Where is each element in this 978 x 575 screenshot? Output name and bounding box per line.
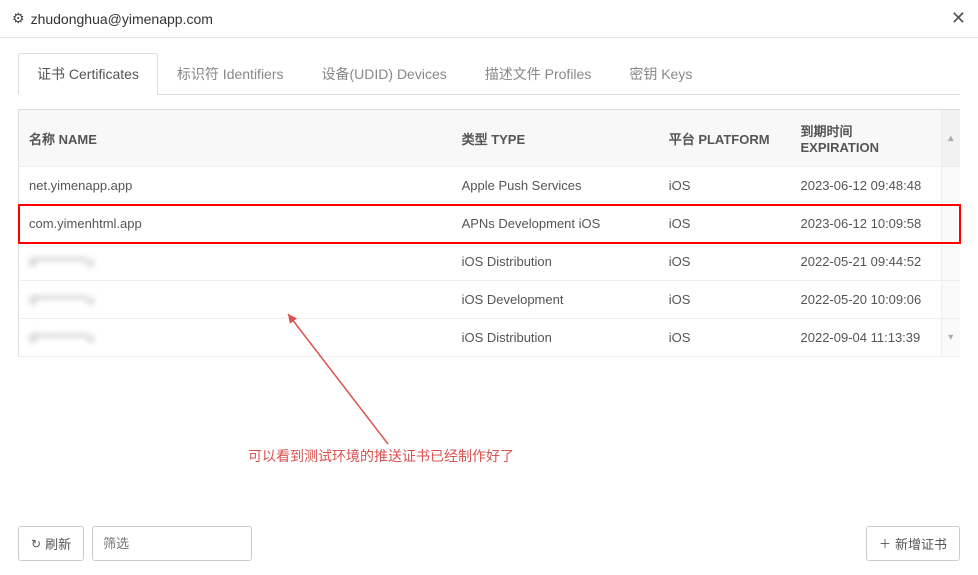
add-label: 新增证书	[895, 534, 947, 553]
cell-platform: iOS	[659, 167, 791, 205]
table-row[interactable]: d**********uiOS DistributioniOS2022-09-0…	[19, 319, 961, 357]
cell-type: iOS Distribution	[452, 243, 659, 281]
scroll-up[interactable]: ▴	[941, 110, 960, 167]
scroll-gutter	[941, 205, 960, 243]
cell-type: Apple Push Services	[452, 167, 659, 205]
col-platform[interactable]: 平台 PLATFORM	[659, 110, 791, 167]
content-area: 证书 Certificates 标识符 Identifiers 设备(UDID)…	[0, 38, 978, 357]
cell-expiration: 2023-06-12 10:09:58	[791, 205, 942, 243]
cell-platform: iOS	[659, 205, 791, 243]
annotation-text: 可以看到测试环境的推送证书已经制作好了	[248, 446, 514, 466]
col-name[interactable]: 名称 NAME	[19, 110, 452, 167]
cell-expiration: 2022-05-21 09:44:52	[791, 243, 942, 281]
tab-devices[interactable]: 设备(UDID) Devices	[303, 53, 466, 95]
scroll-gutter	[941, 243, 960, 281]
cell-name: d**********u	[19, 243, 452, 281]
cell-expiration: 2023-06-12 09:48:48	[791, 167, 942, 205]
tab-profiles[interactable]: 描述文件 Profiles	[466, 53, 611, 95]
cell-type: APNs Development iOS	[452, 205, 659, 243]
cell-platform: iOS	[659, 243, 791, 281]
footer-bar: ↻ 刷新 ＋ 新增证书	[18, 526, 960, 561]
scroll-gutter[interactable]: ▾	[941, 319, 960, 357]
refresh-icon: ↻	[31, 537, 41, 551]
cell-expiration: 2022-05-20 10:09:06	[791, 281, 942, 319]
gear-icon: ⚙	[12, 10, 25, 27]
table-row[interactable]: com.yimenhtml.appAPNs Development iOSiOS…	[19, 205, 961, 243]
scroll-gutter	[941, 167, 960, 205]
cell-expiration: 2022-09-04 11:13:39	[791, 319, 942, 357]
tab-keys[interactable]: 密钥 Keys	[610, 53, 711, 95]
add-certificate-button[interactable]: ＋ 新增证书	[866, 526, 960, 561]
filter-input[interactable]	[92, 526, 252, 561]
certificate-table-wrap: 名称 NAME 类型 TYPE 平台 PLATFORM 到期时间 EXPIRAT…	[18, 109, 960, 357]
tab-identifiers[interactable]: 标识符 Identifiers	[158, 53, 303, 95]
cell-name: net.yimenapp.app	[19, 167, 452, 205]
close-icon[interactable]: ✕	[951, 8, 966, 29]
certificate-table: 名称 NAME 类型 TYPE 平台 PLATFORM 到期时间 EXPIRAT…	[18, 109, 960, 357]
table-row[interactable]: d**********uiOS DevelopmentiOS2022-05-20…	[19, 281, 961, 319]
table-header-row: 名称 NAME 类型 TYPE 平台 PLATFORM 到期时间 EXPIRAT…	[19, 110, 961, 167]
refresh-label: 刷新	[45, 534, 71, 553]
cell-name: com.yimenhtml.app	[19, 205, 452, 243]
dialog-header: ⚙ zhudonghua@yimenapp.com ✕	[0, 0, 978, 38]
refresh-button[interactable]: ↻ 刷新	[18, 526, 84, 561]
table-row[interactable]: net.yimenapp.appApple Push ServicesiOS20…	[19, 167, 961, 205]
tab-bar: 证书 Certificates 标识符 Identifiers 设备(UDID)…	[18, 52, 960, 95]
cell-name: d**********u	[19, 319, 452, 357]
cell-platform: iOS	[659, 281, 791, 319]
account-email: zhudonghua@yimenapp.com	[31, 11, 213, 27]
chevron-up-icon: ▴	[942, 133, 960, 144]
col-type[interactable]: 类型 TYPE	[452, 110, 659, 167]
cell-type: iOS Development	[452, 281, 659, 319]
table-row[interactable]: d**********uiOS DistributioniOS2022-05-2…	[19, 243, 961, 281]
plus-icon: ＋	[879, 535, 891, 552]
cell-platform: iOS	[659, 319, 791, 357]
tab-certificates[interactable]: 证书 Certificates	[18, 53, 158, 95]
col-expiration[interactable]: 到期时间 EXPIRATION	[791, 110, 942, 167]
cell-type: iOS Distribution	[452, 319, 659, 357]
cell-name: d**********u	[19, 281, 452, 319]
scroll-gutter	[941, 281, 960, 319]
chevron-down-icon[interactable]: ▾	[942, 332, 960, 343]
